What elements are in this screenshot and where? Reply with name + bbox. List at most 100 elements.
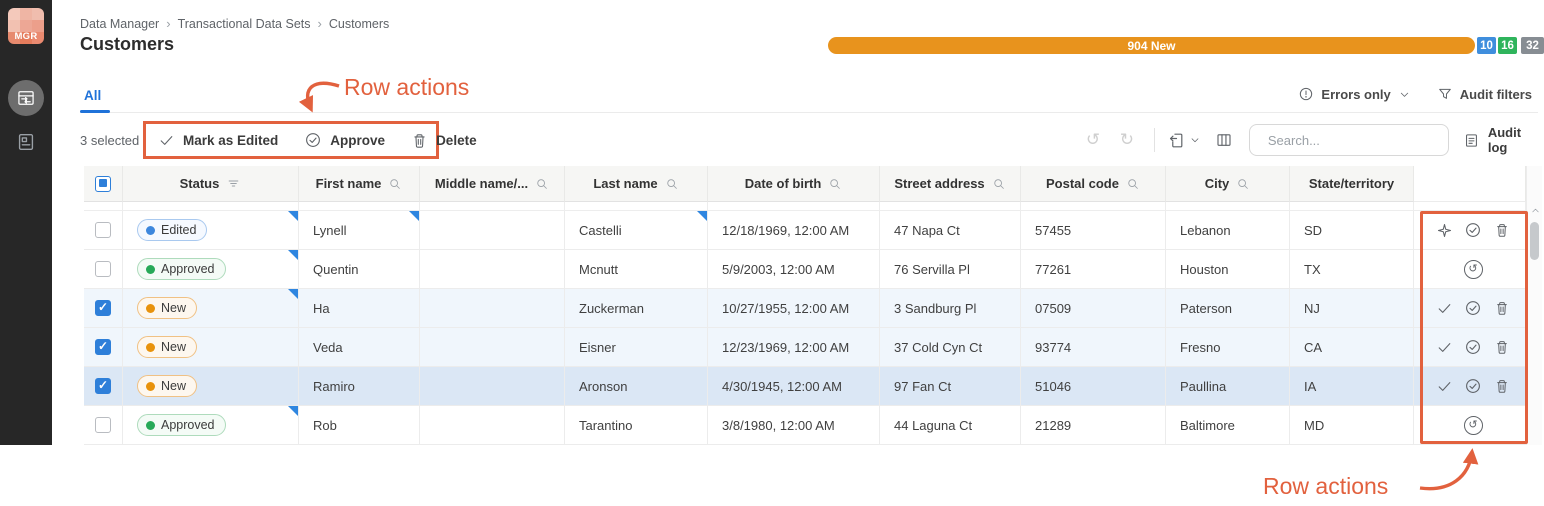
- city-cell[interactable]: Fresno: [1166, 328, 1290, 367]
- errors-only-toggle[interactable]: Errors only: [1298, 86, 1410, 102]
- table-row[interactable]: New Veda Eisner 12/23/1969, 12:00 AM 37 …: [84, 328, 1526, 367]
- table-row[interactable]: Edited Lynell Castelli 12/18/1969, 12:00…: [84, 211, 1526, 250]
- first-name-cell[interactable]: Veda: [299, 328, 420, 367]
- city-cell[interactable]: Paullina: [1166, 367, 1290, 406]
- date-of-birth-cell[interactable]: 4/30/1945, 12:00 AM: [708, 367, 880, 406]
- middle-name-cell[interactable]: [420, 328, 565, 367]
- column-search-icon[interactable]: [388, 177, 402, 191]
- city-cell[interactable]: Lebanon: [1166, 211, 1290, 250]
- postal-code-cell[interactable]: 57455: [1021, 211, 1166, 250]
- approve-row-button[interactable]: [1462, 336, 1484, 358]
- progress-badge-other[interactable]: 32: [1521, 37, 1544, 54]
- delete-row-button[interactable]: [1491, 297, 1513, 319]
- mark-edited-row-button[interactable]: [1433, 297, 1455, 319]
- revert-row-button[interactable]: ↺: [1462, 414, 1484, 436]
- column-header-state-territory[interactable]: State/territory: [1290, 166, 1414, 202]
- sparkle-action-button[interactable]: [1433, 219, 1455, 241]
- middle-name-cell[interactable]: [420, 211, 565, 250]
- row-select-cell[interactable]: [84, 328, 123, 367]
- audit-filters-button[interactable]: Audit filters: [1437, 86, 1532, 102]
- redo-button[interactable]: ↻: [1114, 130, 1140, 150]
- last-name-cell[interactable]: Tarantino: [565, 406, 708, 445]
- state-cell[interactable]: CA: [1290, 328, 1414, 367]
- approve-row-button[interactable]: [1462, 375, 1484, 397]
- last-name-cell[interactable]: Castelli: [565, 211, 708, 250]
- date-of-birth-cell[interactable]: 3/8/1980, 12:00 AM: [708, 406, 880, 445]
- table-row[interactable]: Approved Quentin Mcnutt 5/9/2003, 12:00 …: [84, 250, 1526, 289]
- street-address-cell[interactable]: 37 Cold Cyn Ct: [880, 328, 1021, 367]
- first-name-cell[interactable]: Ramiro: [299, 367, 420, 406]
- row-checkbox[interactable]: [95, 261, 111, 277]
- column-header-last-name[interactable]: Last name: [565, 166, 708, 202]
- street-address-cell[interactable]: 76 Servilla Pl: [880, 250, 1021, 289]
- sidebar-item-catalog[interactable]: [14, 130, 38, 154]
- date-of-birth-cell[interactable]: 10/27/1955, 12:00 AM: [708, 289, 880, 328]
- postal-code-cell[interactable]: 93774: [1021, 328, 1166, 367]
- undo-button[interactable]: ↺: [1080, 130, 1106, 150]
- row-select-cell[interactable]: [84, 211, 123, 250]
- search-input[interactable]: [1267, 132, 1444, 148]
- first-name-cell[interactable]: Lynell: [299, 211, 420, 250]
- breadcrumb-customers[interactable]: Customers: [329, 17, 389, 31]
- column-header-postal-code[interactable]: Postal code: [1021, 166, 1166, 202]
- postal-code-cell[interactable]: 51046: [1021, 367, 1166, 406]
- delete-row-button[interactable]: [1491, 375, 1513, 397]
- row-select-cell[interactable]: [84, 406, 123, 445]
- street-address-cell[interactable]: 44 Laguna Ct: [880, 406, 1021, 445]
- table-row[interactable]: New Ramiro Aronson 4/30/1945, 12:00 AM 9…: [84, 367, 1526, 406]
- revert-row-button[interactable]: ↺: [1462, 258, 1484, 280]
- last-name-cell[interactable]: Zuckerman: [565, 289, 708, 328]
- row-checkbox[interactable]: [95, 378, 111, 394]
- middle-name-cell[interactable]: [420, 289, 565, 328]
- first-name-cell[interactable]: Quentin: [299, 250, 420, 289]
- state-cell[interactable]: SD: [1290, 211, 1414, 250]
- column-header-first-name[interactable]: First name: [299, 166, 420, 202]
- first-name-cell[interactable]: Ha: [299, 289, 420, 328]
- postal-code-cell[interactable]: 77261: [1021, 250, 1166, 289]
- row-select-cell[interactable]: [84, 367, 123, 406]
- row-select-cell[interactable]: [84, 250, 123, 289]
- mark-as-edited-button[interactable]: Mark as Edited: [158, 132, 278, 149]
- delete-row-button[interactable]: [1491, 219, 1513, 241]
- mgr-logo[interactable]: MGR: [8, 8, 44, 44]
- export-menu-chevron[interactable]: [1189, 134, 1201, 146]
- middle-name-cell[interactable]: [420, 250, 565, 289]
- first-name-cell[interactable]: Rob: [299, 406, 420, 445]
- column-header-city[interactable]: City: [1166, 166, 1290, 202]
- street-address-cell[interactable]: 47 Napa Ct: [880, 211, 1021, 250]
- date-of-birth-cell[interactable]: 12/18/1969, 12:00 AM: [708, 211, 880, 250]
- postal-code-cell[interactable]: 21289: [1021, 406, 1166, 445]
- postal-code-cell[interactable]: 07509: [1021, 289, 1166, 328]
- delete-row-button[interactable]: [1491, 336, 1513, 358]
- city-cell[interactable]: Houston: [1166, 250, 1290, 289]
- column-search-icon[interactable]: [1236, 177, 1250, 191]
- select-all-checkbox[interactable]: [95, 175, 111, 192]
- mark-edited-row-button[interactable]: [1433, 336, 1455, 358]
- middle-name-cell[interactable]: [420, 367, 565, 406]
- scroll-up-button[interactable]: [1529, 204, 1541, 216]
- approve-button[interactable]: Approve: [304, 131, 385, 149]
- row-checkbox[interactable]: [95, 339, 111, 355]
- column-header-status[interactable]: Status: [123, 166, 299, 202]
- select-all-cell[interactable]: [84, 166, 123, 202]
- column-search-icon[interactable]: [992, 177, 1006, 191]
- audit-log-button[interactable]: Audit log: [1463, 125, 1544, 155]
- row-checkbox[interactable]: [95, 300, 111, 316]
- approve-row-button[interactable]: [1462, 219, 1484, 241]
- street-address-cell[interactable]: 3 Sandburg Pl: [880, 289, 1021, 328]
- table-row[interactable]: Approved Rob Tarantino 3/8/1980, 12:00 A…: [84, 406, 1526, 445]
- state-cell[interactable]: MD: [1290, 406, 1414, 445]
- search-box[interactable]: [1248, 124, 1449, 156]
- delete-button[interactable]: Delete: [411, 132, 477, 149]
- manage-columns-button[interactable]: [1215, 131, 1233, 149]
- last-name-cell[interactable]: Eisner: [565, 328, 708, 367]
- state-cell[interactable]: IA: [1290, 367, 1414, 406]
- approve-row-button[interactable]: [1462, 297, 1484, 319]
- middle-name-cell[interactable]: [420, 406, 565, 445]
- column-search-icon[interactable]: [665, 177, 679, 191]
- street-address-cell[interactable]: 97 Fan Ct: [880, 367, 1021, 406]
- progress-badge-edited[interactable]: 10: [1477, 37, 1496, 54]
- last-name-cell[interactable]: Mcnutt: [565, 250, 708, 289]
- state-cell[interactable]: NJ: [1290, 289, 1414, 328]
- export-button[interactable]: [1167, 131, 1186, 150]
